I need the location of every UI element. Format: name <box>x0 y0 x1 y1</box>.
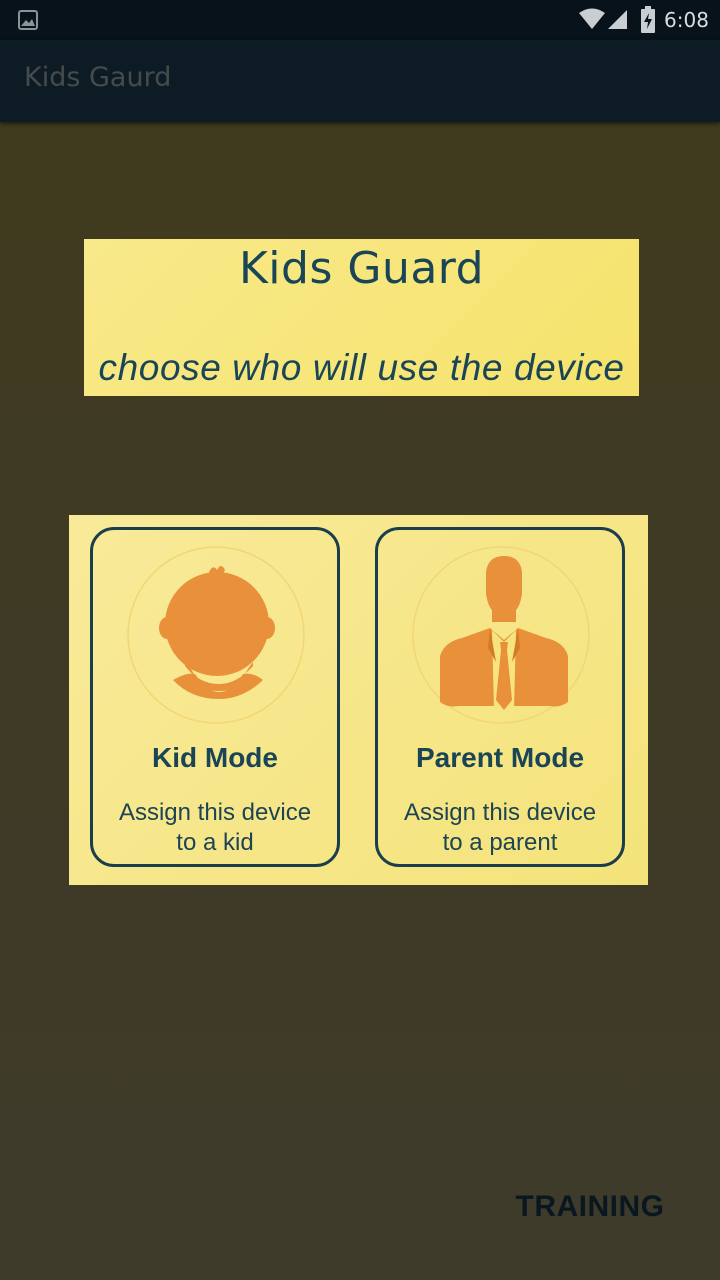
training-button[interactable]: TRAINING <box>500 1182 680 1232</box>
app-screen: 6:08 Kids Gaurd Kids Guard choose who wi… <box>0 0 720 1280</box>
gallery-icon <box>18 10 38 35</box>
banner-title: Kids Guard <box>238 243 485 294</box>
kid-mode-description-line1: Assign this device <box>118 799 312 826</box>
kid-silhouette-icon <box>125 544 307 726</box>
header-banner: Kids Guard choose who will use the devic… <box>84 239 639 396</box>
parent-mode-title: Parent Mode <box>415 742 585 773</box>
kid-mode-button[interactable]: Kid Mode Assign this device to a kid <box>90 527 340 867</box>
status-bar: 6:08 <box>0 0 720 40</box>
kid-mode-title: Kid Mode <box>152 742 278 773</box>
app-title: Kids Gaurd <box>24 62 172 93</box>
parent-mode-button[interactable]: Parent Mode Assign this device to a pare… <box>375 527 625 867</box>
kid-mode-description: Assign this device to a kid <box>103 798 327 858</box>
parent-mode-description-line2: to a parent <box>442 829 558 856</box>
parent-mode-description-line1: Assign this device <box>403 799 597 826</box>
parent-silhouette-icon <box>410 544 592 726</box>
battery-charging-icon <box>640 6 656 39</box>
app-bar: Kids Gaurd <box>0 40 720 122</box>
status-time: 6:08 <box>664 8 709 32</box>
wifi-icon <box>578 8 606 35</box>
mode-selection-panel: Kid Mode Assign this device to a kid Par… <box>69 515 648 885</box>
signal-icon <box>606 8 628 35</box>
parent-mode-description: Assign this device to a parent <box>388 798 612 858</box>
banner-subtitle: choose who will use the device <box>98 347 625 388</box>
kid-mode-description-line2: to a kid <box>176 829 254 856</box>
